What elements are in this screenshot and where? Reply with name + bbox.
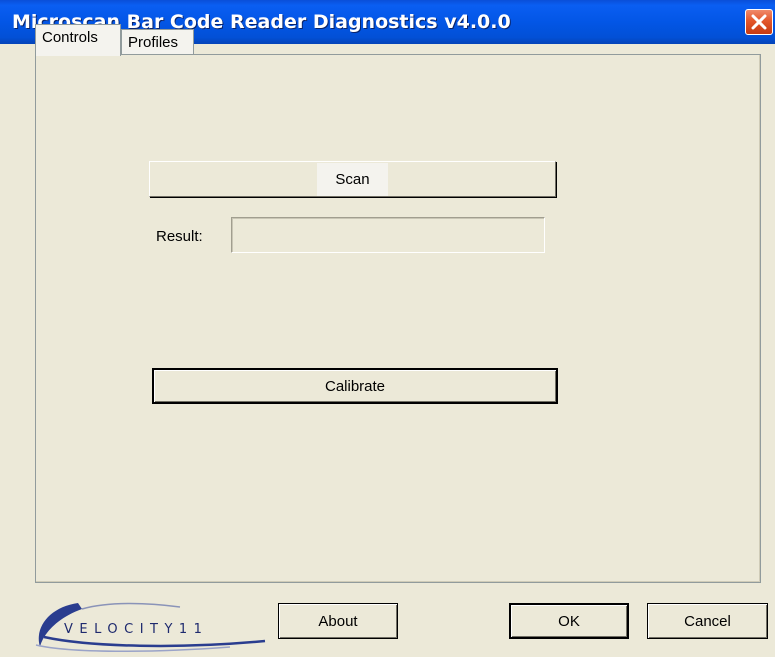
calibrate-button-label: Calibrate — [324, 377, 386, 395]
tab-profiles-label: Profiles — [128, 34, 179, 51]
cancel-button[interactable]: Cancel — [647, 603, 768, 639]
velocity11-logo: VELOCITY11 — [30, 597, 270, 653]
controls-panel — [35, 54, 761, 583]
tab-profiles[interactable]: Profiles — [121, 29, 194, 57]
close-icon — [751, 14, 767, 30]
result-field[interactable] — [231, 217, 545, 253]
tab-controls[interactable]: Controls — [35, 24, 121, 56]
about-button[interactable]: About — [278, 603, 398, 639]
about-button-label: About — [318, 612, 358, 630]
result-label: Result: — [156, 228, 203, 245]
ok-button[interactable]: OK — [509, 603, 629, 639]
close-button[interactable] — [745, 9, 773, 35]
scan-button[interactable]: Scan — [149, 161, 556, 197]
ok-button-label: OK — [558, 612, 580, 630]
cancel-button-label: Cancel — [684, 612, 731, 630]
logo-text: VELOCITY11 — [64, 622, 208, 637]
tab-controls-label: Controls — [42, 29, 98, 46]
scan-button-label: Scan — [317, 162, 388, 196]
calibrate-button[interactable]: Calibrate — [152, 368, 558, 404]
